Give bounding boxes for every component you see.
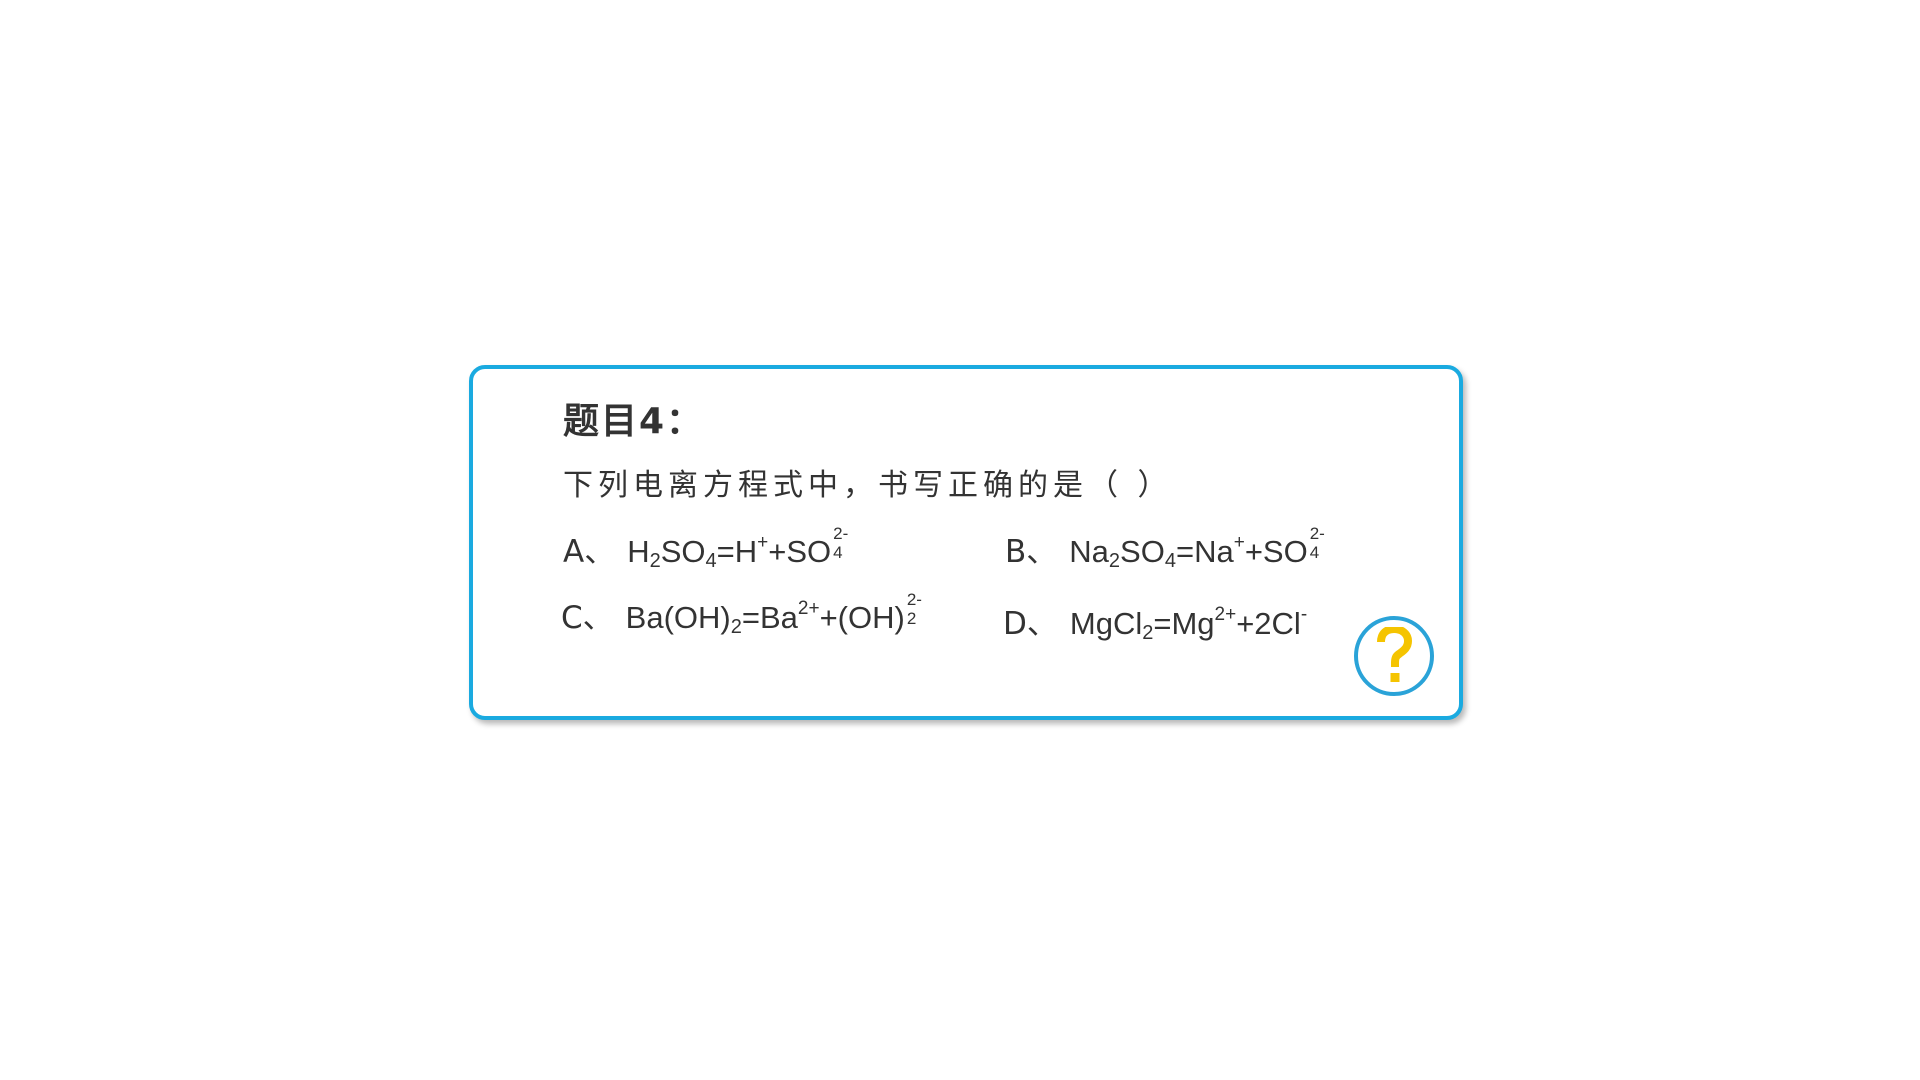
option-letter: D [1003, 606, 1027, 642]
option-separator: 、 [1026, 606, 1058, 642]
charge-stack: 2- 2 [905, 591, 923, 628]
subscript: 2 [649, 550, 661, 572]
formula-text: =Ba [741, 600, 798, 635]
formula-text: MgCl [1069, 606, 1143, 641]
subscript: 4 [833, 543, 843, 562]
option-letter: C [561, 600, 583, 636]
superscript: 2+ [1214, 603, 1237, 625]
superscript: 2- [1309, 524, 1325, 543]
option-a[interactable]: A、 H2SO4=H++SO 2- 4 [563, 525, 849, 574]
superscript: + [757, 531, 769, 553]
formula-text: +SO [768, 534, 832, 569]
formula-text: +2Cl [1236, 606, 1301, 641]
subscript: 2 [1108, 550, 1121, 572]
superscript: 2+ [797, 597, 820, 619]
option-d[interactable]: D、 MgCl2=Mg2++2Cl- [1003, 602, 1307, 646]
option-separator: 、 [582, 600, 614, 636]
question-prompt: 下列电离方程式中，书写正确的是（ ） [563, 468, 1173, 503]
charge-stack: 2- 4 [1308, 525, 1326, 562]
subscript: 2 [1142, 622, 1154, 644]
formula-text: +SO [1244, 534, 1308, 569]
formula-text: Na [1069, 534, 1109, 569]
option-letter: B [1005, 534, 1027, 570]
question-mark-glyph [1377, 627, 1412, 682]
question-mark-icon[interactable] [1354, 616, 1434, 696]
superscript: + [1233, 531, 1245, 553]
subscript: 4 [1309, 543, 1320, 562]
formula-text: =H [716, 534, 758, 569]
superscript: 2- [833, 524, 849, 543]
subscript: 2 [906, 609, 917, 628]
subscript: 2 [730, 616, 742, 638]
question-title: 题目4： [563, 401, 705, 442]
formula-text: H [627, 534, 650, 569]
formula-text: =Mg [1153, 606, 1215, 641]
subscript: 4 [1164, 550, 1176, 572]
subscript: 4 [705, 550, 717, 572]
superscript: 2- [906, 590, 922, 609]
option-letter: A [563, 534, 585, 570]
option-c[interactable]: C、 Ba(OH)2=Ba2++(OH) 2- 2 [561, 591, 923, 640]
option-separator: 、 [584, 534, 616, 570]
formula-text: Ba(OH) [625, 600, 731, 635]
formula-text: =Na [1175, 534, 1234, 569]
superscript: - [1300, 603, 1308, 625]
formula-text: +(OH) [819, 600, 905, 635]
option-b[interactable]: B、 Na2SO4=Na++SO 2- 4 [1005, 525, 1326, 574]
option-separator: 、 [1026, 534, 1058, 570]
formula-text: SO [1120, 534, 1165, 569]
charge-stack: 2- 4 [831, 525, 849, 562]
formula-text: SO [660, 534, 706, 569]
